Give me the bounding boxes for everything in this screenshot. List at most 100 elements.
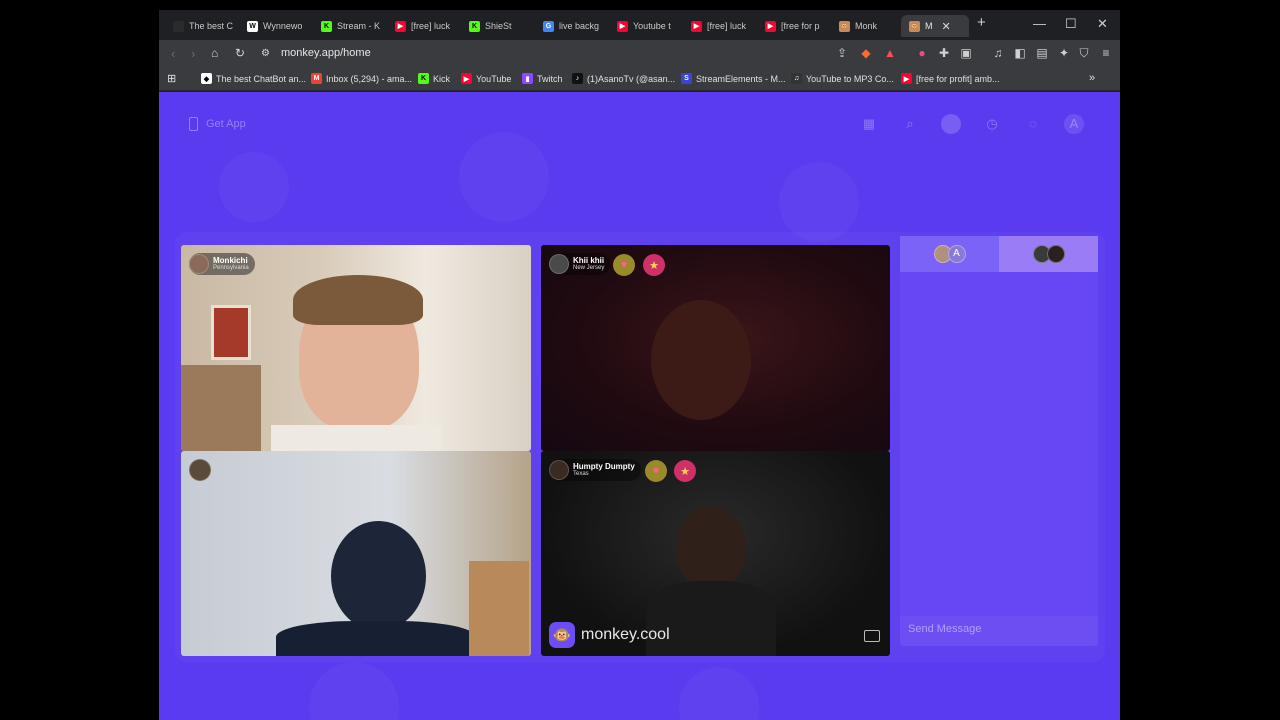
- browser-window: The best C W Wynnewo K Stream - K ▶ [free] …: [159, 10, 1120, 720]
- avatar: [1046, 245, 1065, 263]
- search-icon[interactable]: ⌕: [900, 114, 920, 134]
- sidebar-icon[interactable]: ◧: [1013, 46, 1027, 60]
- profile-avatar[interactable]: A: [1064, 114, 1084, 134]
- maximize-icon[interactable]: ☐: [1065, 16, 1077, 32]
- google-icon: G: [543, 20, 554, 32]
- screenshot-icon[interactable]: [864, 630, 880, 642]
- close-window-icon[interactable]: ✕: [1097, 16, 1108, 32]
- share-icon[interactable]: ⇪: [835, 46, 849, 60]
- wallet-icon[interactable]: ▤: [1035, 46, 1049, 60]
- tab-5[interactable]: K ShieSt: [461, 15, 529, 37]
- media-icon[interactable]: ♫: [991, 46, 1005, 60]
- youtube-icon: ▶: [691, 20, 702, 32]
- youtube-icon: ▶: [395, 20, 406, 32]
- send-message-input[interactable]: Send Message: [900, 616, 1098, 646]
- tab-active[interactable]: 🐵 M ✕: [901, 15, 969, 37]
- kick-icon: K: [321, 20, 332, 32]
- heart-badge-icon: ♥: [613, 254, 635, 276]
- chat-icon[interactable]: ◌: [1023, 114, 1043, 134]
- video-tile-guest[interactable]: [181, 451, 531, 656]
- friend-avatar[interactable]: [941, 114, 961, 134]
- corkboard-image: [181, 365, 261, 451]
- tab-4[interactable]: ▶ [free] luck: [387, 15, 455, 37]
- person-image: [651, 300, 751, 420]
- screenshot-icon[interactable]: ▣: [959, 46, 973, 60]
- watermark: 🐵 monkey.cool: [549, 622, 670, 648]
- new-tab-button[interactable]: +: [977, 14, 986, 31]
- tab-2[interactable]: W Wynnewo: [239, 15, 307, 37]
- tab-favicon: [173, 20, 184, 32]
- trophy-badge-icon: ★: [643, 254, 665, 276]
- bookmark-item[interactable]: ♪ (1)AsanoTv (@asan...: [572, 73, 675, 84]
- puzzle-icon[interactable]: ✚: [937, 46, 951, 60]
- rewards-icon[interactable]: ▲: [883, 46, 897, 60]
- address-bar: ‹ › ⌂ ↻ ⚙ monkey.app/home ⇪ ◆ ▲ ● ✚ ▣ ♫ …: [159, 40, 1120, 68]
- bookmark-item[interactable]: ▮ Twitch: [522, 73, 563, 84]
- gmail-icon: M: [311, 73, 322, 84]
- bookmark-item[interactable]: S StreamElements - M...: [681, 73, 786, 84]
- bookmark-item[interactable]: K Kick: [418, 73, 450, 84]
- background-pattern: [219, 152, 289, 222]
- background-pattern: [459, 132, 549, 222]
- chat-tab-1[interactable]: A: [900, 236, 999, 272]
- phone-icon: [189, 117, 198, 131]
- monkey-logo-icon: 🐵: [549, 622, 575, 648]
- apps-grid-icon[interactable]: ⊞: [167, 72, 176, 85]
- youtube-icon: ▶: [617, 20, 628, 32]
- tab-6[interactable]: Glive backg: [535, 15, 603, 37]
- video-tile-humpty[interactable]: Humpty Dumpty Texas ♥ ★ 🐵 monkey.cool: [541, 451, 890, 656]
- chat-tab-2[interactable]: [999, 236, 1098, 272]
- video-tile-khii[interactable]: Khii khii New Jersey ♥ ★: [541, 245, 890, 451]
- url-field[interactable]: monkey.app/home: [281, 47, 371, 59]
- gift-icon[interactable]: ▦: [859, 114, 879, 134]
- forward-icon[interactable]: ›: [191, 46, 195, 61]
- tab-8[interactable]: ▶ [free] luck: [683, 15, 751, 37]
- bookmark-item[interactable]: ♫ YouTube to MP3 Co...: [791, 73, 894, 84]
- youtube-icon: ▶: [461, 73, 472, 84]
- bookmarks-overflow-icon[interactable]: »: [1089, 72, 1095, 84]
- tab-3[interactable]: K Stream - K: [313, 15, 381, 37]
- bookmark-item[interactable]: M Inbox (5,294) - ama...: [311, 73, 412, 84]
- tab-7[interactable]: ▶ Youtube t: [609, 15, 677, 37]
- corkboard-image: [469, 561, 529, 656]
- bookmark-icon[interactable]: ⌂: [211, 46, 218, 60]
- avatar: A: [947, 245, 966, 263]
- avatar: [189, 459, 211, 481]
- back-icon[interactable]: ‹: [171, 46, 175, 61]
- background-pattern: [309, 662, 399, 720]
- reload-icon[interactable]: ↻: [235, 46, 245, 60]
- bookmark-item[interactable]: ◆ The best ChatBot an...: [201, 73, 306, 84]
- minimize-icon[interactable]: —: [1033, 16, 1046, 31]
- poster-image: [211, 305, 251, 360]
- youtube-icon: ▶: [901, 73, 912, 84]
- vpn-icon[interactable]: ⛉: [1077, 46, 1091, 60]
- avatar: [189, 254, 209, 274]
- person-image: [331, 521, 426, 631]
- extension-icon[interactable]: ●: [915, 46, 929, 60]
- close-tab-icon[interactable]: ✕: [942, 20, 951, 33]
- avatar: [549, 460, 569, 480]
- tab-9[interactable]: ▶ [free for p: [757, 15, 825, 37]
- streamelements-icon: S: [681, 73, 692, 84]
- history-icon[interactable]: ◷: [982, 114, 1002, 134]
- tab-1[interactable]: The best C: [165, 15, 233, 37]
- background-pattern: [779, 162, 859, 242]
- get-app-button[interactable]: Get App: [189, 114, 246, 134]
- leo-icon[interactable]: ✦: [1057, 46, 1071, 60]
- video-tile-monkichi[interactable]: Monkichi Pennsylvania: [181, 245, 531, 451]
- tiktok-icon: ♪: [572, 73, 583, 84]
- youtube-icon: ▶: [765, 20, 776, 32]
- person-image: [676, 506, 746, 591]
- brave-shield-icon[interactable]: ◆: [859, 46, 873, 60]
- monkey-page: Get App ▦ ⌕ ◷ ◌ A Monkichi Pennsylvania K: [159, 92, 1120, 720]
- chat-panel: A Send Message: [900, 236, 1098, 646]
- bookmark-item[interactable]: ▶ [free for profit] amb...: [901, 73, 1000, 84]
- tab-10[interactable]: 🐵 Monk: [831, 15, 897, 37]
- tab-favicon: W: [247, 20, 258, 32]
- bookmark-item[interactable]: ▶ YouTube: [461, 73, 511, 84]
- chat-tabs: A: [900, 236, 1098, 272]
- kick-icon: K: [469, 20, 480, 32]
- site-info-icon[interactable]: ⚙: [261, 48, 270, 59]
- menu-icon[interactable]: ≡: [1099, 46, 1113, 60]
- user-info-khii: Khii khii New Jersey: [549, 253, 611, 275]
